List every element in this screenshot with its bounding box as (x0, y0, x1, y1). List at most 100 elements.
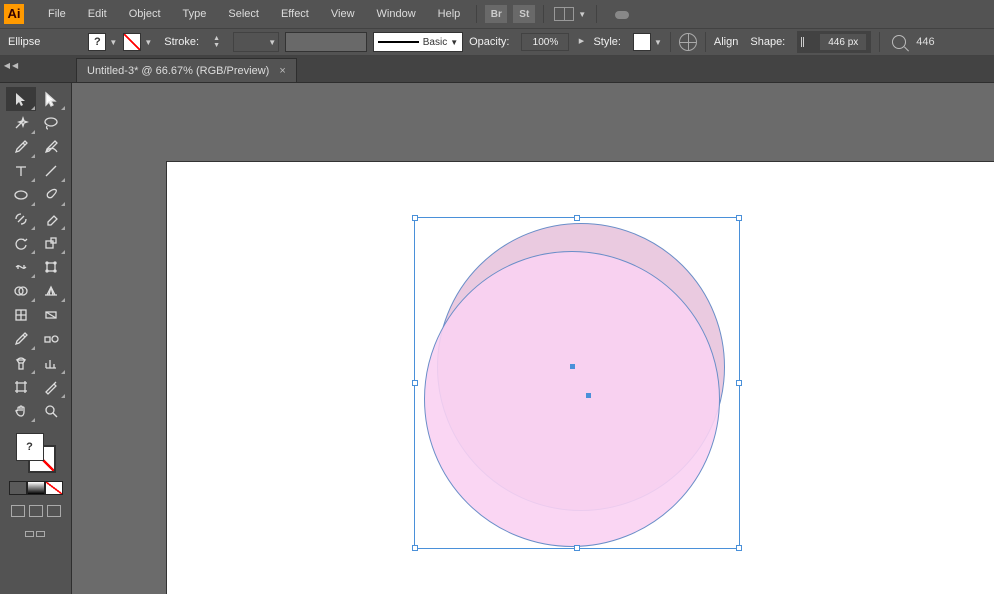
stroke-label[interactable]: Stroke: (164, 36, 199, 48)
artboard[interactable] (166, 161, 994, 594)
draw-behind-icon[interactable] (29, 505, 43, 517)
graphic-style-swatch[interactable]: ▼ (633, 33, 662, 51)
menu-object[interactable]: Object (119, 2, 171, 26)
app-logo-icon: Ai (4, 4, 24, 24)
column-graph-tool[interactable] (36, 351, 66, 375)
opacity-label[interactable]: Opacity: (469, 36, 509, 48)
separator (543, 5, 544, 23)
canvas-area[interactable] (72, 82, 994, 594)
gradient-tool[interactable] (36, 303, 66, 327)
workspace-switcher[interactable]: ▼ (554, 7, 586, 21)
chevron-down-icon: ▼ (450, 38, 458, 47)
screen-mode-button[interactable] (25, 531, 47, 547)
align-label[interactable]: Align (714, 36, 738, 48)
fill-unknown-icon (88, 33, 106, 51)
hand-tool[interactable] (6, 399, 36, 423)
collapse-handle-icon[interactable]: ◀◀ (4, 60, 18, 70)
color-mode-solid[interactable] (9, 481, 27, 495)
ellipse-center-2 (586, 393, 591, 398)
selection-type-label: Ellipse (8, 36, 40, 48)
chevron-down-icon: ▼ (268, 38, 276, 47)
free-transform-tool[interactable] (36, 255, 66, 279)
tool-grid (6, 87, 66, 423)
type-tool[interactable] (6, 159, 36, 183)
menu-effect[interactable]: Effect (271, 2, 319, 26)
menu-file[interactable]: File (38, 2, 76, 26)
menu-select[interactable]: Select (218, 2, 269, 26)
stock-button[interactable]: St (513, 5, 535, 23)
menu-edit[interactable]: Edit (78, 2, 117, 26)
line-segment-tool[interactable] (36, 159, 66, 183)
chevron-down-icon: ▼ (144, 38, 152, 47)
slice-tool[interactable] (36, 375, 66, 399)
style-preview-icon (633, 33, 651, 51)
menu-type[interactable]: Type (173, 2, 217, 26)
fill-swatch[interactable]: ▼ (88, 33, 117, 51)
color-mode-gradient[interactable] (27, 481, 45, 495)
curvature-tool[interactable] (36, 135, 66, 159)
fill-stroke-control[interactable]: ? (14, 431, 58, 475)
brush-definition-combo[interactable]: Basic ▼ (373, 32, 463, 52)
rotate-tool[interactable] (6, 231, 36, 255)
menu-window[interactable]: Window (367, 2, 426, 26)
resize-handle-br[interactable] (736, 545, 742, 551)
ellipse-tool[interactable] (6, 183, 36, 207)
magic-wand-tool[interactable] (6, 111, 36, 135)
width-tool[interactable] (6, 255, 36, 279)
style-label[interactable]: Style: (593, 36, 621, 48)
resize-handle-bl[interactable] (412, 545, 418, 551)
artboard-tool[interactable] (6, 375, 36, 399)
color-mode-none[interactable] (45, 481, 63, 495)
perspective-grid-tool[interactable] (36, 279, 66, 303)
selection-tool[interactable] (6, 87, 36, 111)
menu-view[interactable]: View (321, 2, 365, 26)
eraser-tool[interactable] (36, 207, 66, 231)
variable-width-profile-combo[interactable] (285, 32, 367, 52)
layout-icon (554, 7, 574, 21)
mesh-tool[interactable] (6, 303, 36, 327)
document-tab[interactable]: Untitled-3* @ 66.67% (RGB/Preview) × (76, 58, 297, 82)
shape-builder-tool[interactable] (6, 279, 36, 303)
eyedropper-tool[interactable] (6, 327, 36, 351)
direct-selection-tool[interactable] (36, 87, 66, 111)
tools-panel: ? (0, 82, 72, 594)
shape-width-field[interactable]: 446 px (819, 33, 867, 51)
bridge-button[interactable]: Br (485, 5, 507, 23)
blend-tool[interactable] (36, 327, 66, 351)
main-area: ? (0, 82, 994, 594)
scale-tool[interactable] (36, 231, 66, 255)
separator (596, 5, 597, 23)
resize-handle-tl[interactable] (412, 215, 418, 221)
resize-handle-tr[interactable] (736, 215, 742, 221)
menu-help[interactable]: Help (428, 2, 471, 26)
lasso-tool[interactable] (36, 111, 66, 135)
shaper-tool[interactable] (6, 207, 36, 231)
stroke-swatch[interactable]: ▼ (123, 33, 152, 51)
symbol-sprayer-tool[interactable] (6, 351, 36, 375)
search-adobe-stock-icon[interactable] (613, 7, 633, 21)
magnifier-icon[interactable] (892, 35, 906, 49)
brush-stroke-icon (378, 41, 419, 43)
opacity-field[interactable]: 100% (521, 33, 569, 51)
draw-inside-icon[interactable] (47, 505, 61, 517)
chevron-down-icon: ▼ (578, 10, 586, 19)
stroke-weight-stepper[interactable]: ▲▼ (213, 33, 227, 51)
ellipse-center-1 (570, 364, 575, 369)
zoom-tool[interactable] (36, 399, 66, 423)
close-tab-icon[interactable]: × (279, 65, 285, 77)
opacity-flyout[interactable]: ▶ (575, 38, 587, 46)
draw-normal-icon[interactable] (11, 505, 25, 517)
pen-tool[interactable] (6, 135, 36, 159)
resize-handle-ml[interactable] (412, 380, 418, 386)
chevron-down-icon: ▼ (109, 38, 117, 47)
recolor-artwork-icon[interactable] (679, 33, 697, 51)
tab-title: Untitled-3* @ 66.67% (RGB/Preview) (87, 65, 269, 77)
resize-handle-tm[interactable] (574, 215, 580, 221)
resize-handle-mr[interactable] (736, 380, 742, 386)
stroke-weight-combo[interactable]: ▼ (233, 32, 279, 52)
selection-bounding-box[interactable] (414, 217, 740, 549)
fill-swatch-icon[interactable]: ? (16, 433, 44, 461)
shape-label[interactable]: Shape: (750, 36, 785, 48)
paintbrush-tool[interactable] (36, 183, 66, 207)
resize-handle-bm[interactable] (574, 545, 580, 551)
